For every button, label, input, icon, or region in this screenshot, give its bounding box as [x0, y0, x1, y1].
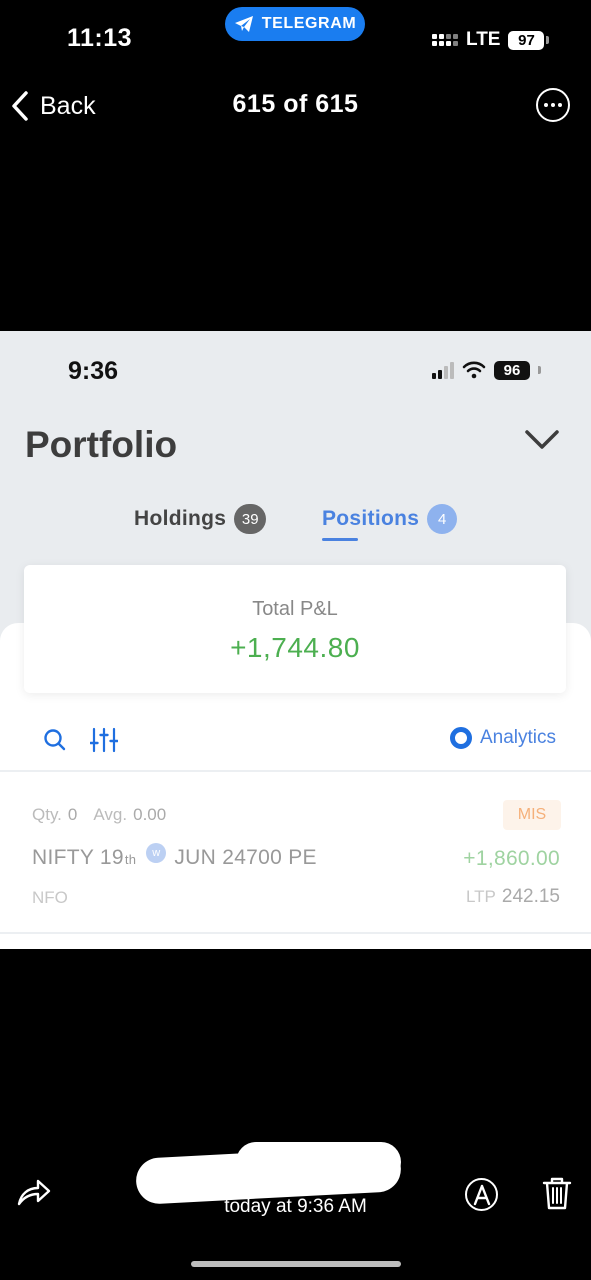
qty-label: Qty. — [32, 805, 62, 824]
viewer-navbar: Back 615 of 615 — [0, 84, 591, 128]
position-row[interactable]: Qty. 0 Avg. 0.00 MIS NIFTY 19 th w JUN 2… — [0, 772, 591, 932]
wifi-icon — [462, 361, 486, 379]
analytics-label: Analytics — [480, 727, 557, 748]
symbol: NIFTY 19 — [32, 846, 124, 869]
sliders-icon[interactable] — [89, 727, 119, 758]
weekly-expiry-badge: w — [146, 843, 167, 863]
qty-avg-line: Qty. 0 Avg. 0.00 — [32, 805, 166, 825]
markup-icon[interactable] — [465, 1178, 498, 1211]
media-counter: 615 of 615 — [232, 90, 359, 118]
telegram-return-pill[interactable]: TELEGRAM — [225, 7, 365, 41]
tab-label: Positions — [322, 507, 420, 530]
total-pnl-value: +1,744.80 — [230, 632, 360, 663]
caption-timestamp: today at 9:36 AM — [224, 1196, 367, 1217]
positions-toolbar: Analytics — [0, 716, 591, 766]
outer-status-icons: LTE 97 — [432, 28, 550, 52]
viewer-bottom-bar: today at 9:36 AM — [0, 1140, 591, 1250]
exchange-label: NFO — [32, 888, 68, 907]
cellular-signal-icon — [432, 361, 454, 379]
inner-clock: 9:36 — [68, 357, 119, 385]
battery-level: 97 — [508, 30, 545, 50]
redaction-scribble — [236, 1142, 401, 1182]
active-tab-indicator — [322, 538, 358, 541]
page-title: Portfolio — [25, 424, 178, 465]
battery-icon: 97 — [508, 30, 550, 50]
analytics-button[interactable]: Analytics — [450, 727, 556, 749]
position-pnl: +1,860.00 — [463, 847, 560, 870]
outer-status-bar: 11:13 TELEGRAM LTE 97 — [0, 0, 591, 80]
tab-label: Holdings — [134, 507, 227, 530]
chevron-down-icon[interactable] — [524, 429, 560, 456]
more-icon[interactable] — [536, 88, 570, 122]
tab-positions[interactable]: Positions 4 — [322, 497, 458, 541]
avg-label: Avg. — [93, 805, 128, 824]
portfolio-screenshot: 9:36 96 Portfolio Holdings 39 Positions … — [0, 331, 591, 949]
symbol-suffix: th — [124, 852, 137, 867]
total-pnl-label: Total P&L — [252, 598, 338, 620]
instrument-name: NIFTY 19 th w JUN 24700 PE — [32, 843, 317, 871]
ltp-value: 242.15 — [501, 886, 560, 907]
ltp-line: LTP 242.15 — [420, 886, 560, 908]
analytics-icon — [450, 727, 472, 749]
trash-icon[interactable] — [542, 1176, 572, 1215]
battery-level: 96 — [494, 360, 530, 380]
telegram-pill-label: TELEGRAM — [261, 15, 357, 32]
avg-value: 0.00 — [133, 805, 167, 824]
qty-value: 0 — [67, 805, 78, 824]
home-indicator — [191, 1261, 401, 1267]
cellular-signal-icon — [432, 34, 458, 46]
product-badge: MIS — [503, 800, 561, 830]
count-badge: 4 — [427, 504, 458, 534]
count-badge: 39 — [234, 504, 267, 534]
total-pnl-card: Total P&L +1,744.80 — [24, 565, 566, 693]
divider — [0, 932, 591, 934]
ltp-label: LTP — [465, 887, 496, 906]
search-icon[interactable] — [43, 728, 67, 757]
outer-clock: 11:13 — [67, 24, 133, 52]
network-type: LTE — [466, 29, 501, 50]
contract: JUN 24700 PE — [174, 846, 317, 869]
portfolio-tabs: Holdings 39 Positions 4 — [0, 497, 591, 541]
tab-holdings[interactable]: Holdings 39 — [134, 497, 267, 541]
inner-status-icons: 96 — [432, 359, 541, 381]
telegram-icon — [234, 16, 253, 32]
